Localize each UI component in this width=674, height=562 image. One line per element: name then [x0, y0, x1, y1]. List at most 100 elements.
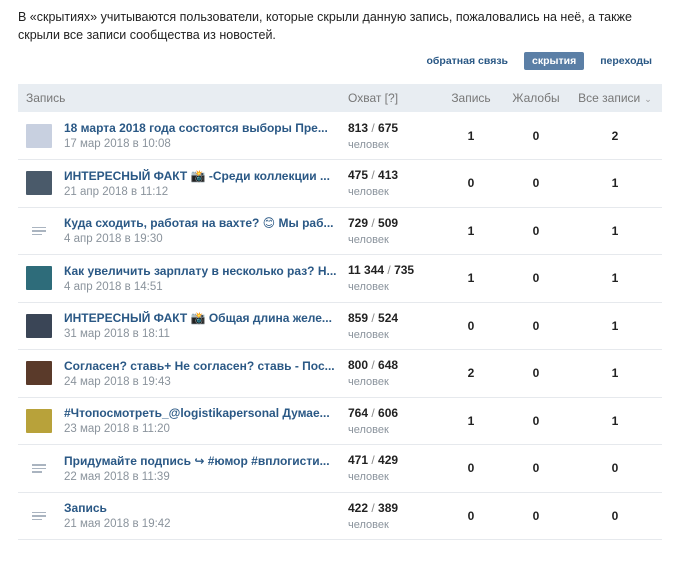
text-post-icon	[26, 219, 52, 243]
post-cell: 18 марта 2018 года состоятся выборы Пре.…	[18, 121, 348, 150]
table-row[interactable]: ИНТЕРЕСНЫЙ ФАКТ 📸 -Среди коллекции ... 2…	[18, 160, 662, 207]
reach-unit: человек	[348, 471, 389, 484]
reach-value: 729 / 509	[348, 216, 438, 230]
reach-value: 859 / 524	[348, 311, 438, 325]
complaints-count: 0	[532, 508, 540, 523]
post-title-link[interactable]: ИНТЕРЕСНЫЙ ФАКТ 📸 Общая длина желе...	[64, 311, 332, 325]
reach-separator: /	[368, 453, 379, 468]
post-date: 22 мая 2018 в 11:39	[64, 470, 170, 483]
reach-separator: /	[384, 263, 395, 278]
post-date: 17 мар 2018 в 10:08	[64, 138, 171, 150]
col-complaints[interactable]: Жалобы	[504, 84, 568, 112]
post-thumbnail[interactable]	[26, 313, 52, 338]
reach-subscribers: 648	[378, 358, 399, 373]
text-post-icon	[26, 456, 52, 480]
table-row[interactable]: ИНТЕРЕСНЫЙ ФАКТ 📸 Общая длина желе... 31…	[18, 302, 662, 350]
all-posts-hides-count: 1	[611, 176, 619, 191]
table-row[interactable]: Запись 21 мая 2018 в 19:42 422 / 389 чел…	[18, 492, 662, 540]
reach-subscribers: 389	[378, 500, 399, 515]
post-cell: Как увеличить зарплату в несколько раз? …	[18, 264, 348, 293]
post-hides-count: 2	[467, 366, 475, 381]
table-row[interactable]: 18 марта 2018 года состоятся выборы Пре.…	[18, 112, 662, 160]
reach-unit: человек	[348, 138, 389, 151]
reach-total: 859	[348, 310, 369, 325]
post-cell: ИНТЕРЕСНЫЙ ФАКТ 📸 Общая длина желе... 31…	[18, 311, 348, 340]
all-posts-hides-count: 1	[611, 271, 619, 286]
post-cell: Придумайте подпись ↪ #юмор #вплогисти...…	[18, 454, 348, 483]
reach-separator: /	[368, 310, 379, 325]
reach-value: 11 344 / 735	[348, 263, 438, 277]
post-date: 24 мар 2018 в 19:43	[64, 375, 171, 388]
post-title-link[interactable]: 18 марта 2018 года состоятся выборы Пре.…	[64, 121, 328, 135]
tab-hides[interactable]: скрытия	[524, 52, 585, 70]
col-all-posts[interactable]: Все записи ⌄	[568, 84, 662, 112]
post-thumbnail[interactable]	[26, 171, 52, 196]
all-posts-hides-count: 0	[611, 461, 619, 476]
post-cell: Согласен? ставь+ Не согласен? ставь - По…	[18, 359, 348, 388]
reach-unit: человек	[348, 186, 389, 199]
table-row[interactable]: Как увеличить зарплату в несколько раз? …	[18, 255, 662, 302]
post-hides-count: 1	[467, 271, 475, 286]
all-posts-hides-count: 1	[611, 318, 619, 333]
post-title-link[interactable]: ИНТЕРЕСНЫЙ ФАКТ 📸 -Среди коллекции ...	[64, 169, 330, 183]
post-date: 31 мар 2018 в 18:11	[64, 328, 170, 341]
complaints-count: 0	[532, 271, 540, 286]
post-title-link[interactable]: Как увеличить зарплату в несколько раз? …	[64, 264, 337, 278]
post-title-link[interactable]: Куда сходить, работая на вахте? 😊 Мы раб…	[64, 216, 334, 230]
table-row[interactable]: Куда сходить, работая на вахте? 😊 Мы раб…	[18, 207, 662, 255]
col-post[interactable]: Запись	[18, 84, 348, 112]
text-post-icon	[26, 504, 52, 528]
post-thumbnail[interactable]	[26, 408, 52, 433]
post-cell: ИНТЕРЕСНЫЙ ФАКТ 📸 -Среди коллекции ... 2…	[18, 169, 348, 198]
complaints-count: 0	[532, 413, 540, 428]
post-thumbnail[interactable]	[26, 266, 52, 291]
complaints-count: 0	[532, 366, 540, 381]
post-title-link[interactable]: #Чтопосмотреть_@logistikapersonal Думае.…	[64, 406, 330, 420]
reach-total: 764	[348, 405, 369, 420]
col-reach[interactable]: Охват [?]	[348, 84, 438, 112]
post-title-link[interactable]: Согласен? ставь+ Не согласен? ставь - По…	[64, 359, 335, 373]
reach-unit: человек	[348, 518, 389, 531]
reach-subscribers: 735	[394, 263, 415, 278]
tab-feedback[interactable]: обратная связь	[421, 52, 514, 70]
post-hides-count: 0	[467, 508, 475, 523]
post-date: 23 мар 2018 в 11:20	[64, 423, 170, 436]
post-date: 4 апр 2018 в 19:30	[64, 233, 163, 246]
post-cell: Куда сходить, работая на вахте? 😊 Мы раб…	[18, 216, 348, 245]
post-title-link[interactable]: Придумайте подпись ↪ #юмор #вплогисти...	[64, 454, 330, 468]
reach-unit: человек	[348, 376, 389, 389]
table-row[interactable]: Согласен? ставь+ Не согласен? ставь - По…	[18, 350, 662, 397]
post-date: 21 мая 2018 в 19:42	[64, 518, 171, 531]
all-posts-hides-count: 1	[611, 366, 619, 381]
tab-clicks[interactable]: переходы	[594, 52, 658, 70]
reach-unit: человек	[348, 423, 389, 436]
reach-total: 422	[348, 500, 369, 515]
post-thumbnail[interactable]	[26, 361, 52, 386]
reach-subscribers: 675	[378, 120, 399, 135]
complaints-count: 0	[532, 461, 540, 476]
reach-total: 11 344	[348, 263, 385, 278]
post-date: 21 апр 2018 в 11:12	[64, 185, 169, 198]
complaints-count: 0	[532, 128, 540, 143]
complaints-count: 0	[532, 223, 540, 238]
reach-unit: человек	[348, 281, 389, 294]
reach-total: 475	[348, 168, 369, 183]
post-thumbnail[interactable]	[26, 123, 52, 148]
reach-total: 800	[348, 358, 369, 373]
reach-separator: /	[368, 215, 379, 230]
all-posts-hides-count: 1	[611, 223, 619, 238]
post-date: 4 апр 2018 в 14:51	[64, 280, 163, 293]
reach-subscribers: 413	[378, 168, 399, 183]
col-post-hides[interactable]: Запись	[438, 84, 504, 112]
reach-separator: /	[368, 500, 379, 515]
post-hides-count: 0	[467, 461, 475, 476]
table-header: Запись Охват [?] Запись Жалобы Все запис…	[18, 84, 662, 112]
post-hides-count: 1	[467, 413, 475, 428]
table-row[interactable]: #Чтопосмотреть_@logistikapersonal Думае.…	[18, 397, 662, 445]
post-hides-count: 1	[467, 223, 475, 238]
all-posts-hides-count: 0	[611, 508, 619, 523]
reach-value: 422 / 389	[348, 501, 438, 515]
table-row[interactable]: Придумайте подпись ↪ #юмор #вплогисти...…	[18, 445, 662, 492]
post-title-link[interactable]: Запись	[64, 501, 171, 515]
col-all-posts-label: Все записи	[578, 91, 641, 105]
